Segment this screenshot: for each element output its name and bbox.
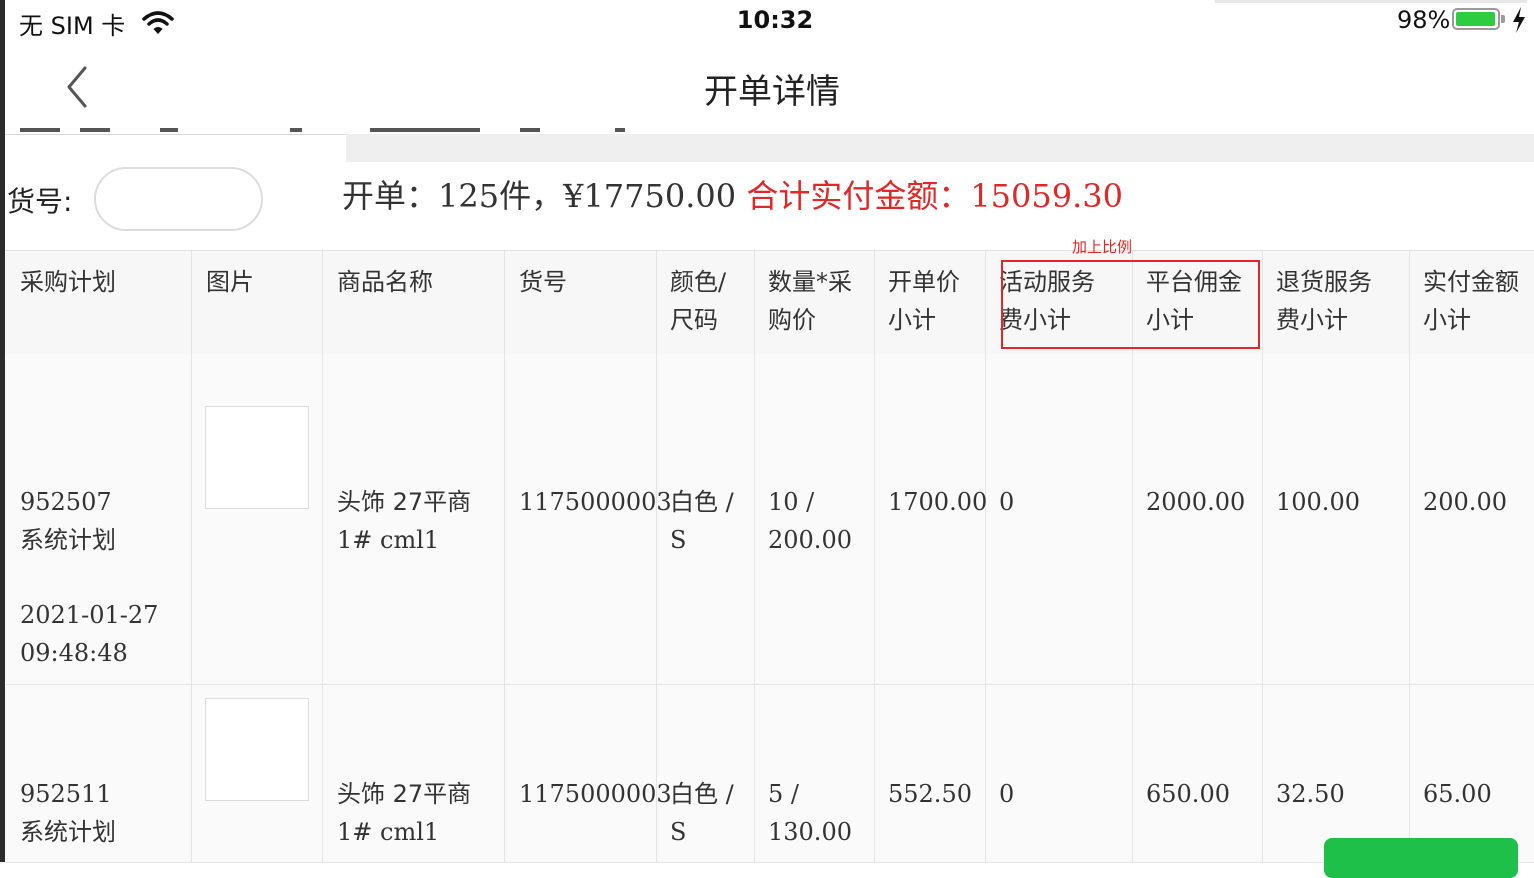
cell-activity-fee: 0	[999, 488, 1015, 516]
status-bar: 无 SIM 卡 10:32 98%	[5, 0, 1534, 42]
cell-order-subtotal: 552.50	[888, 780, 972, 808]
header-image: 图片	[206, 268, 254, 296]
header-return-fee: 退货服务 费小计	[1276, 268, 1372, 334]
header-purchase-plan: 采购计划	[20, 268, 116, 296]
header-color-size: 颜色/尺码	[670, 268, 727, 334]
charging-bolt-icon	[1513, 7, 1525, 33]
cell-qty-price: 10 / 200.00	[768, 488, 852, 554]
column-divider	[754, 250, 755, 862]
column-divider	[504, 250, 505, 862]
column-divider	[874, 250, 875, 862]
battery-fill	[1456, 12, 1495, 26]
product-thumbnail[interactable]	[205, 406, 309, 509]
column-divider	[656, 250, 657, 862]
summary-prefix: 开单：125件，¥17750.00	[342, 177, 747, 215]
column-divider	[985, 250, 986, 862]
status-divider	[1215, 0, 1527, 3]
annotation-label: 加上比例	[1072, 238, 1133, 256]
gray-strip	[346, 134, 1534, 162]
product-thumbnail[interactable]	[205, 698, 309, 801]
nav-bar: 开单详情	[5, 42, 1534, 135]
cell-color-size: 白色 / S	[670, 488, 734, 554]
table-spacer	[5, 354, 1534, 394]
sku-search-label: 货号:	[7, 185, 73, 218]
total-paid-amount: 合计实付金额：15059.30	[746, 177, 1124, 215]
cell-order-subtotal: 1700.00	[888, 488, 988, 516]
sku-search-input[interactable]	[94, 167, 263, 231]
column-divider	[322, 250, 323, 862]
page-title: 开单详情	[704, 72, 840, 112]
column-divider	[1409, 250, 1410, 862]
cell-product-name: 头饰 27平商 1# cml1	[337, 488, 472, 554]
battery-tip	[1501, 15, 1505, 23]
cell-paid-subtotal: 200.00	[1423, 488, 1507, 516]
header-sku: 货号	[519, 268, 567, 296]
header-qty-price: 数量*采 购价	[768, 268, 852, 334]
cell-plan: 952507 系统计划	[20, 488, 116, 554]
header-paid-subtotal: 实付金额 小计	[1423, 268, 1519, 334]
battery-percent: 98%	[1397, 6, 1451, 34]
cell-sku: 1175000003	[519, 488, 672, 516]
cell-return-fee: 32.50	[1276, 780, 1345, 808]
cell-plan: 952511 系统计划	[20, 780, 116, 846]
column-divider	[191, 250, 192, 862]
cell-product-name: 头饰 27平商 1# cml1	[337, 780, 472, 846]
cell-color-size: 白色 / S	[670, 780, 734, 846]
cell-sku: 1175000003	[519, 780, 672, 808]
order-summary: 开单：125件，¥17750.00 合计实付金额：15059.30	[342, 171, 1123, 217]
cell-platform-commission: 2000.00	[1146, 488, 1246, 516]
cell-paid-subtotal: 65.00	[1423, 780, 1492, 808]
cell-platform-commission: 650.00	[1146, 780, 1230, 808]
cell-qty-price: 5 / 130.00	[768, 780, 852, 846]
floating-action-button[interactable]	[1324, 838, 1518, 878]
annotation-box	[1001, 260, 1260, 349]
cell-activity-fee: 0	[999, 780, 1015, 808]
cell-plan-datetime: 2021-01-27 09:48:48	[20, 601, 159, 667]
header-order-subtotal: 开单价 小计	[888, 268, 960, 334]
clock: 10:32	[736, 6, 814, 34]
cell-return-fee: 100.00	[1276, 488, 1360, 516]
column-divider	[1262, 250, 1263, 862]
header-product-name: 商品名称	[337, 268, 433, 296]
battery-icon	[1452, 8, 1500, 30]
